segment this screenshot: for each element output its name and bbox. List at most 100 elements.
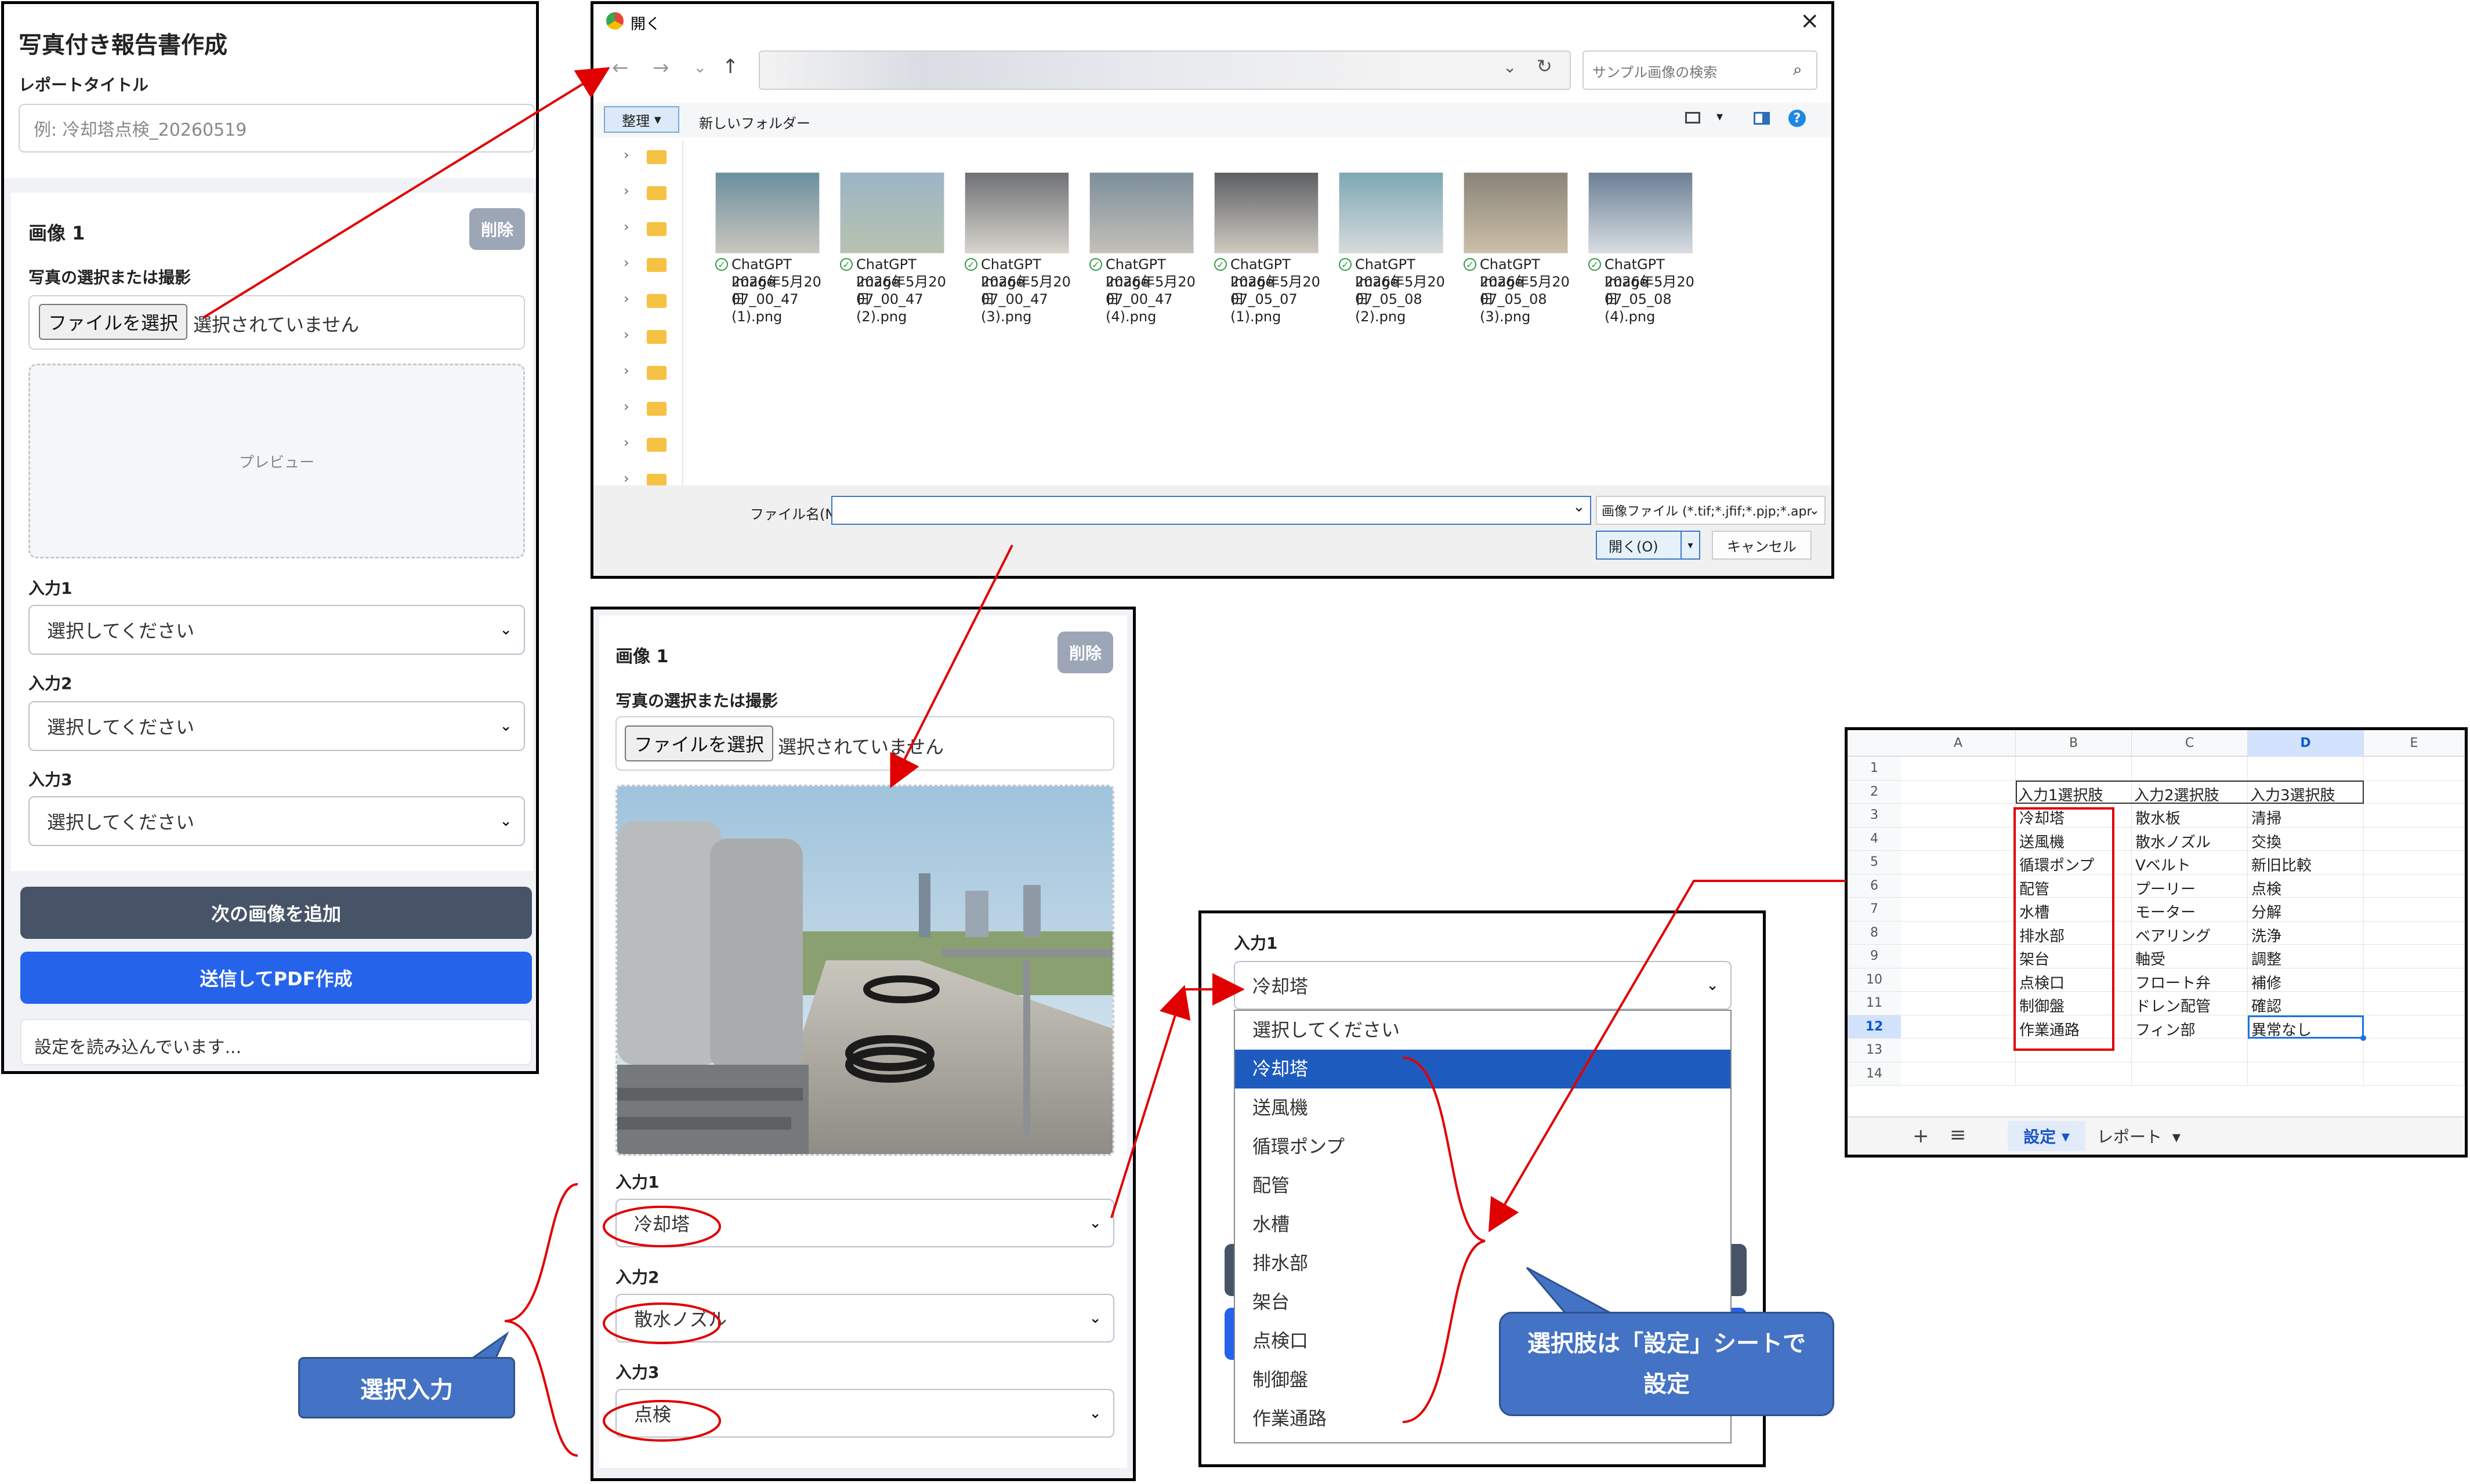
submit-pdf-button[interactable]: 送信してPDF作成 [20, 952, 532, 1004]
nav-folder-item[interactable]: › [617, 287, 675, 316]
row-header[interactable]: 9 [1848, 945, 1901, 968]
dropdown-option[interactable]: 排水部 [1235, 1244, 1730, 1283]
file-item[interactable]: ✓ ChatGPT Image 2026年5月20日 07_00_47 (4).png [1089, 172, 1205, 358]
input2-select[interactable]: 選択してください ⌄ [28, 701, 525, 751]
nav-folder-item[interactable]: › [617, 323, 675, 352]
row-header[interactable]: 10 [1848, 968, 1901, 992]
dropdown-option[interactable]: 配管 [1235, 1166, 1730, 1205]
data-cell[interactable]: 作業通路 [2019, 1018, 2080, 1040]
nav-folder-item[interactable]: › [617, 143, 675, 172]
data-cell[interactable]: 軸受 [2135, 948, 2165, 969]
filter-select[interactable]: 画像ファイル (*.tif;*.jfif;*.pjp;*.apr ⌄ [1596, 496, 1826, 525]
recent-dropdown-icon[interactable]: ⌄ [693, 57, 707, 77]
data-cell[interactable]: 制御盤 [2019, 995, 2065, 1016]
forward-icon[interactable]: → [653, 56, 669, 79]
data-cell[interactable]: モーター [2135, 901, 2196, 922]
data-cell[interactable]: 補修 [2251, 971, 2281, 993]
nav-folder-item[interactable]: › [617, 395, 675, 424]
close-icon[interactable]: × [1800, 8, 1820, 34]
back-icon[interactable]: ← [612, 56, 629, 79]
data-cell[interactable]: 確認 [2251, 995, 2281, 1016]
input3-select[interactable]: 点検 ⌄ [615, 1389, 1114, 1438]
file-item[interactable]: ✓ ChatGPT Image 2026年5月20日 07_05_08 (2).png [1339, 172, 1455, 358]
nav-folder-item[interactable]: › [617, 251, 675, 280]
file-item[interactable]: ✓ ChatGPT Image 2026年5月20日 07_05_08 (4).png [1588, 172, 1704, 358]
data-cell[interactable]: 散水板 [2135, 807, 2181, 828]
dropdown-option[interactable]: 送風機 [1235, 1088, 1730, 1127]
data-cell[interactable]: 交換 [2251, 830, 2281, 852]
dropdown-select[interactable]: 冷却塔 ⌄ [1234, 961, 1732, 1010]
tab-settings[interactable]: 設定 ▾ [2008, 1121, 2085, 1151]
row-header[interactable]: 11 [1848, 992, 1901, 1015]
data-cell[interactable]: 清掃 [2251, 807, 2281, 828]
address-chevron-icon[interactable]: ⌄ [1503, 57, 1516, 77]
data-cell[interactable]: 洗浄 [2251, 924, 2281, 946]
data-cell[interactable]: プーリー [2135, 877, 2196, 899]
view-dropdown-icon[interactable]: ▾ [1716, 110, 1723, 124]
data-cell[interactable]: 点検口 [2019, 971, 2065, 993]
view-icon[interactable] [1685, 112, 1700, 124]
data-cell[interactable]: 排水部 [2019, 924, 2065, 946]
row-header[interactable]: 6 [1848, 874, 1901, 898]
row-header[interactable]: 2 [1848, 780, 1901, 804]
tab-report[interactable]: レポート ▾ [2097, 1124, 2181, 1148]
row-header[interactable]: 7 [1848, 898, 1901, 921]
data-cell[interactable]: 新旧比較 [2251, 854, 2312, 875]
delete-button[interactable]: 削除 [1057, 632, 1113, 673]
new-folder-button[interactable]: 新しいフォルダー [699, 112, 810, 132]
row-header[interactable]: 1 [1848, 757, 1901, 781]
input1-select[interactable]: 選択してください ⌄ [28, 605, 525, 655]
data-cell[interactable]: 冷却塔 [2019, 807, 2065, 828]
report-title-input[interactable]: 例: 冷却塔点検_20260519 [19, 104, 535, 153]
sheet-list-icon[interactable]: ≡ [1950, 1123, 1966, 1146]
data-cell[interactable]: フィン部 [2135, 1018, 2195, 1040]
data-cell[interactable]: Vベルト [2135, 854, 2191, 875]
input3-select[interactable]: 選択してください ⌄ [28, 796, 525, 846]
data-cell[interactable]: 点検 [2251, 877, 2281, 899]
choose-file-button[interactable]: ファイルを選択 [39, 304, 187, 340]
delete-button[interactable]: 削除 [469, 208, 525, 250]
organize-button[interactable]: 整理 ▾ [604, 106, 679, 133]
address-bar[interactable] [759, 50, 1571, 90]
input2-select[interactable]: 散水ノズル ⌄ [615, 1294, 1114, 1343]
data-cell[interactable]: フロート弁 [2135, 971, 2211, 993]
data-cell[interactable]: 送風機 [2019, 830, 2065, 852]
column-header[interactable]: E [2364, 730, 2465, 757]
add-image-button[interactable]: 次の画像を追加 [20, 887, 532, 939]
file-item[interactable]: ✓ ChatGPT Image 2026年5月20日 07_00_47 (3).png [965, 172, 1081, 358]
dropdown-option[interactable]: 循環ポンプ [1235, 1127, 1730, 1166]
data-cell[interactable]: 水槽 [2019, 901, 2049, 922]
filename-input[interactable] [831, 496, 1591, 525]
data-cell[interactable]: 架台 [2019, 948, 2049, 969]
column-header[interactable]: C [2132, 730, 2248, 757]
preview-pane-icon[interactable] [1754, 112, 1770, 125]
dropdown-option[interactable]: 選択してください [1235, 1011, 1730, 1050]
column-header[interactable]: A [1901, 730, 2016, 757]
input1-select[interactable]: 冷却塔 ⌄ [615, 1199, 1114, 1247]
add-sheet-icon[interactable]: + [1913, 1124, 1929, 1148]
row-header[interactable]: 12 [1848, 1015, 1901, 1039]
column-header[interactable]: B [2016, 730, 2132, 757]
data-cell[interactable]: ドレン配管 [2135, 995, 2211, 1016]
column-header[interactable]: D [2248, 730, 2364, 757]
open-button[interactable]: 開く(O) ▾ [1596, 531, 1700, 560]
data-cell[interactable]: 配管 [2019, 877, 2049, 899]
data-cell[interactable]: 循環ポンプ [2019, 854, 2094, 875]
up-icon[interactable]: ↑ [722, 55, 739, 78]
data-cell[interactable]: ベアリング [2135, 924, 2211, 946]
choose-file-button[interactable]: ファイルを選択 [625, 725, 773, 761]
row-header[interactable]: 3 [1848, 804, 1901, 828]
row-header[interactable]: 14 [1848, 1062, 1901, 1086]
refresh-icon[interactable]: ↻ [1537, 55, 1552, 77]
dropdown-option[interactable]: 水槽 [1235, 1205, 1730, 1244]
fill-handle[interactable] [2360, 1035, 2366, 1041]
data-cell[interactable]: 調整 [2251, 948, 2281, 969]
row-header[interactable]: 4 [1848, 827, 1901, 851]
row-header[interactable]: 8 [1848, 921, 1901, 945]
row-header[interactable]: 5 [1848, 851, 1901, 875]
filename-dropdown-icon[interactable]: ⌄ [1573, 498, 1585, 516]
nav-folder-item[interactable]: › [617, 359, 675, 388]
help-icon[interactable]: ? [1788, 110, 1806, 127]
data-cell[interactable]: 散水ノズル [2135, 830, 2211, 852]
nav-folder-item[interactable]: › [617, 179, 675, 208]
